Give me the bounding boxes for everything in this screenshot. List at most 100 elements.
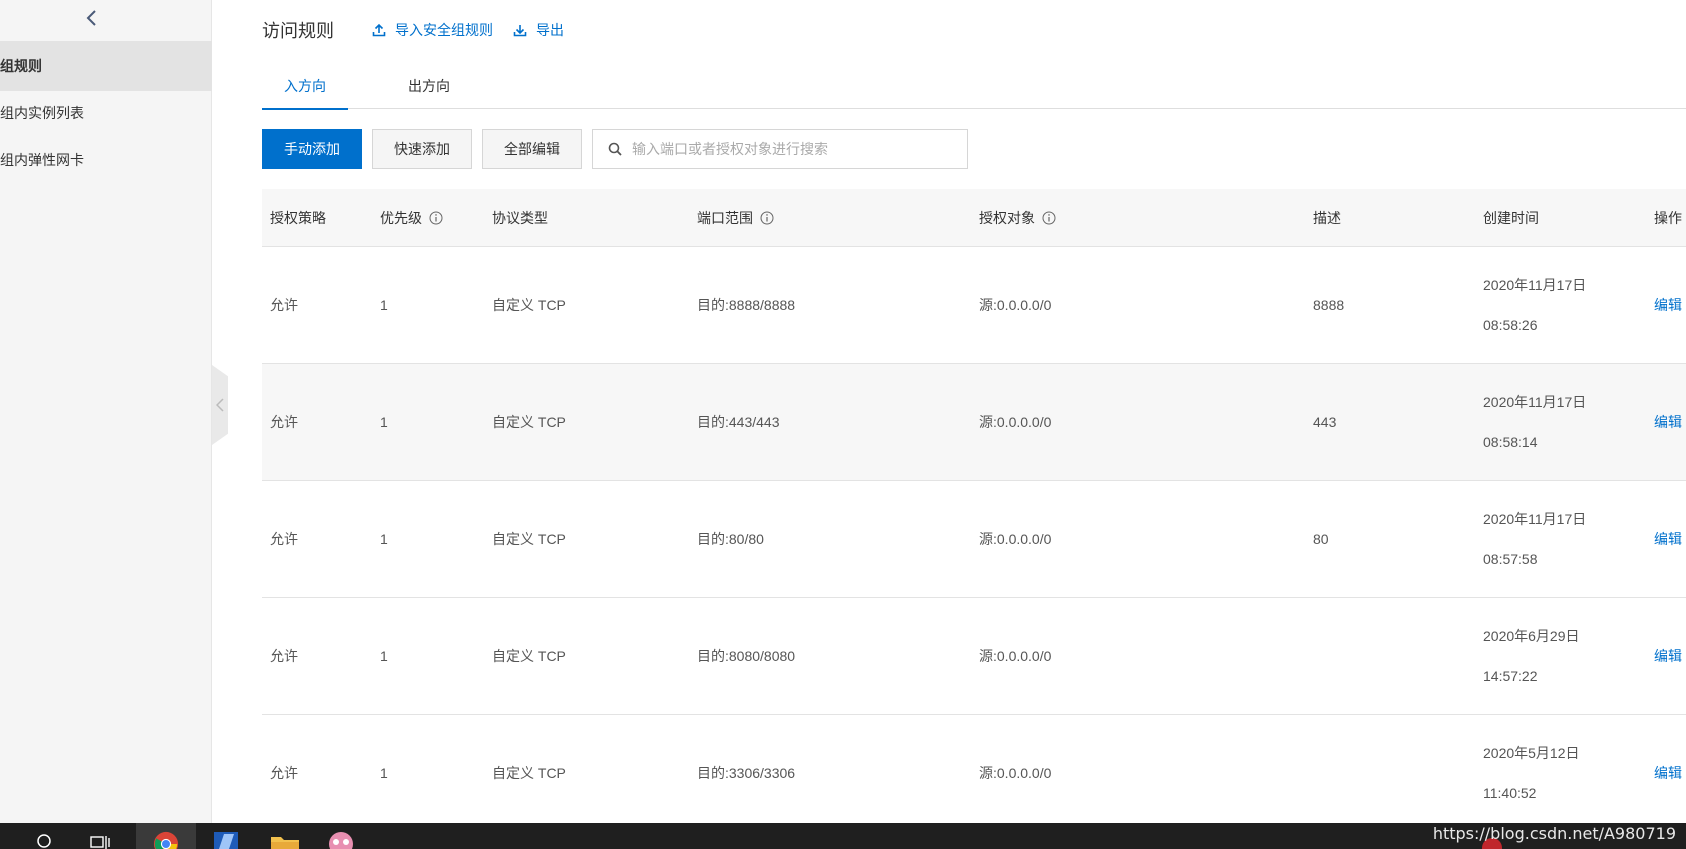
source-cell: 源:0.0.0.0/0 (979, 648, 1052, 664)
policy-cell: 允许 (270, 648, 298, 664)
created-time-cell: 2020年6月29日 14:57:22 (1475, 616, 1646, 696)
protocol-cell: 自定义 TCP (492, 531, 566, 547)
export-label: 导出 (536, 22, 564, 38)
column-header: 授权对象 (971, 208, 1305, 228)
source-cell: 源:0.0.0.0/0 (979, 414, 1052, 430)
chrome-icon[interactable] (152, 831, 180, 849)
column-header: 端口范围 (689, 208, 971, 228)
table-row: 允许 1 自定义 TCP 目的:443/443 源:0.0.0.0/0 443 … (262, 364, 1686, 481)
source-cell: 源:0.0.0.0/0 (979, 297, 1052, 313)
protocol-cell: 自定义 TCP (492, 297, 566, 313)
description-cell: 8888 (1313, 297, 1345, 313)
tab-inbound[interactable]: 入方向 (262, 60, 348, 110)
created-clock: 08:58:26 (1483, 317, 1538, 333)
table-row: 允许 1 自定义 TCP 目的:8888/8888 源:0.0.0.0/0 88… (262, 247, 1686, 364)
search-box[interactable] (592, 129, 968, 169)
created-clock: 14:57:22 (1483, 668, 1538, 684)
priority-cell: 1 (380, 297, 388, 313)
source-cell: 源:0.0.0.0/0 (979, 531, 1052, 547)
table-row: 允许 1 自定义 TCP 目的:8080/8080 源:0.0.0.0/0 20… (262, 598, 1686, 715)
search-input[interactable] (632, 141, 962, 157)
toolbar: 手动添加 快速添加 全部编辑 (262, 129, 968, 169)
created-time-cell: 2020年5月12日 11:40:52 (1475, 733, 1646, 813)
back-chevron-icon[interactable] (80, 6, 104, 30)
table-row: 允许 1 自定义 TCP 目的:80/80 源:0.0.0.0/0 80 202… (262, 481, 1686, 598)
sidebar-item-rules[interactable]: 全组规则 (0, 41, 212, 91)
created-time-cell: 2020年11月17日 08:58:26 (1475, 265, 1646, 345)
search-icon (608, 142, 622, 156)
policy-cell: 允许 (270, 414, 298, 430)
policy-cell: 允许 (270, 531, 298, 547)
folder-icon[interactable] (270, 831, 300, 849)
download-icon (513, 25, 527, 37)
port-cell: 目的:80/80 (697, 531, 764, 547)
info-icon[interactable] (1042, 211, 1056, 225)
upload-icon (372, 23, 386, 37)
edit-link[interactable]: 编辑 (1646, 763, 1686, 783)
priority-cell: 1 (380, 765, 388, 781)
edit-link[interactable]: 编辑 (1646, 529, 1686, 549)
collapse-chevron-icon (216, 398, 224, 412)
column-header: 操作 (1654, 209, 1682, 226)
priority-cell: 1 (380, 414, 388, 430)
info-icon[interactable] (760, 211, 774, 225)
created-clock: 08:58:14 (1483, 434, 1538, 450)
created-clock: 11:40:52 (1483, 785, 1537, 801)
page-header: 访问规则 导入安全组规则 导出 (262, 16, 584, 44)
column-header: 创建时间 (1483, 209, 1539, 226)
description-cell: 443 (1313, 414, 1337, 430)
priority-cell: 1 (380, 648, 388, 664)
priority-cell: 1 (380, 531, 388, 547)
watermark-url: https://blog.csdn.net/A980719 (1432, 824, 1676, 843)
protocol-cell: 自定义 TCP (492, 765, 566, 781)
sidebar-item-label: 全组内弹性网卡 (0, 152, 84, 168)
port-cell: 目的:443/443 (697, 414, 780, 430)
port-cell: 目的:8080/8080 (697, 648, 796, 664)
import-rules-link[interactable]: 导入安全组规则 (372, 20, 493, 40)
protocol-cell: 自定义 TCP (492, 414, 566, 430)
quick-add-button[interactable]: 快速添加 (372, 129, 472, 169)
created-time-cell: 2020年11月17日 08:57:58 (1475, 499, 1646, 579)
created-date: 2020年6月29日 (1483, 628, 1580, 644)
column-header: 协议类型 (492, 209, 548, 226)
description-cell: 80 (1313, 531, 1329, 547)
created-date: 2020年11月17日 (1483, 511, 1587, 527)
edit-link[interactable]: 编辑 (1646, 646, 1686, 666)
sidebar-item-label: 全组内实例列表 (0, 105, 84, 121)
table-header: 授权策略 优先级 协议类型 端口范围 授权对象 描述 创建时间 操作 (262, 189, 1686, 247)
sidebar: 全组规则 全组内实例列表 全组内弹性网卡 (0, 0, 212, 823)
task-view-icon[interactable] (90, 829, 112, 849)
policy-cell: 允许 (270, 765, 298, 781)
main-content: 访问规则 导入安全组规则 导出 入方向 出方向 手动添加 快速添加 全部编辑 输… (262, 0, 1686, 823)
remote-desktop-icon[interactable] (212, 829, 240, 849)
rules-table: 授权策略 优先级 协议类型 端口范围 授权对象 描述 创建时间 操作 允许 1 … (262, 189, 1686, 823)
direction-tabs: 入方向 出方向 (262, 60, 1686, 110)
port-cell: 目的:8888/8888 (697, 297, 796, 313)
search-icon[interactable] (36, 829, 54, 849)
created-date: 2020年11月17日 (1483, 394, 1587, 410)
edit-link[interactable]: 编辑 (1646, 295, 1686, 315)
policy-cell: 允许 (270, 297, 298, 313)
page-title: 访问规则 (262, 21, 334, 41)
column-header: 描述 (1313, 209, 1341, 226)
sidebar-collapse-handle[interactable] (212, 365, 228, 445)
app-window: 全组规则 全组内实例列表 全组内弹性网卡 访问规则 导入安全组规则 (0, 0, 1686, 823)
app-pink-icon[interactable] (326, 829, 356, 849)
info-icon[interactable] (429, 211, 443, 225)
port-cell: 目的:3306/3306 (697, 765, 796, 781)
os-taskbar: https://blog.csdn.net/A980719 (0, 823, 1686, 849)
table-row: 允许 1 自定义 TCP 目的:3306/3306 源:0.0.0.0/0 20… (262, 715, 1686, 823)
created-date: 2020年5月12日 (1483, 745, 1580, 761)
edit-all-button[interactable]: 全部编辑 (482, 129, 582, 169)
import-rules-label: 导入安全组规则 (395, 22, 493, 38)
sidebar-item-instances[interactable]: 全组内实例列表 (0, 88, 212, 138)
export-link[interactable]: 导出 (513, 20, 564, 40)
sidebar-item-eni[interactable]: 全组内弹性网卡 (0, 135, 212, 185)
edit-link[interactable]: 编辑 (1646, 412, 1686, 432)
sidebar-item-label: 全组规则 (0, 58, 42, 74)
created-time-cell: 2020年11月17日 08:58:14 (1475, 382, 1646, 462)
column-header: 授权策略 (270, 209, 326, 226)
protocol-cell: 自定义 TCP (492, 648, 566, 664)
tab-outbound[interactable]: 出方向 (386, 60, 472, 109)
manual-add-button[interactable]: 手动添加 (262, 129, 362, 169)
